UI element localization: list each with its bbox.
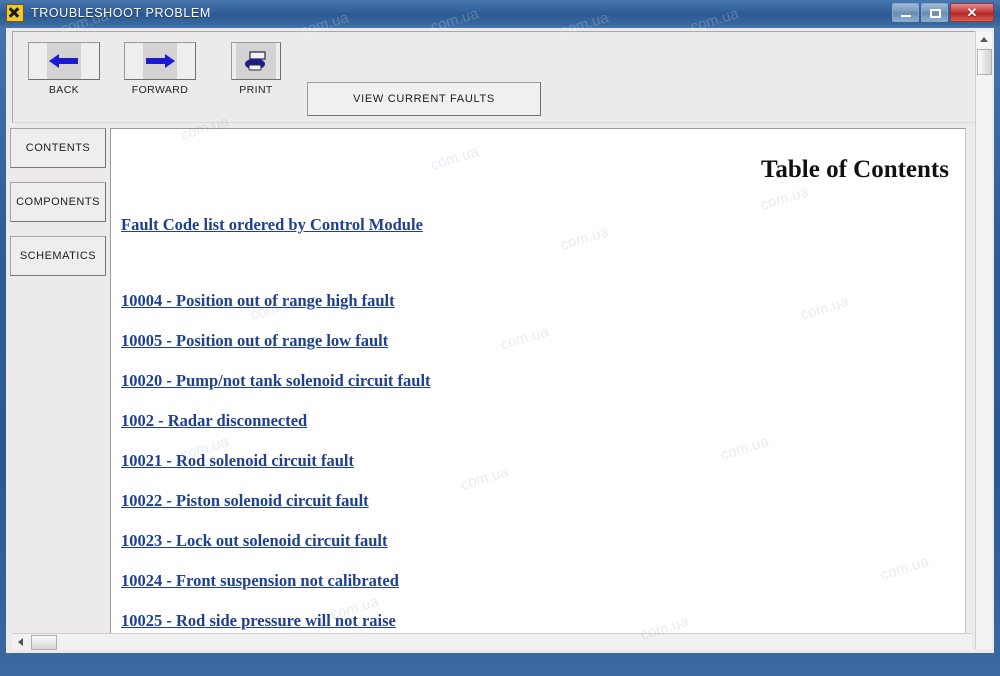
fault-code-list-link[interactable]: Fault Code list ordered by Control Modul…: [121, 215, 423, 235]
fault-link-10023[interactable]: 10023 - Lock out solenoid circuit fault: [121, 531, 387, 551]
minimize-button[interactable]: [892, 3, 919, 22]
list-item: 10025 - Rod side pressure will not raise: [121, 611, 955, 631]
fault-link-10005[interactable]: 10005 - Position out of range low fault: [121, 331, 388, 351]
horizontal-scrollbar-thumb[interactable]: [31, 634, 57, 650]
vertical-scrollbar-thumb[interactable]: [976, 49, 992, 75]
list-item: 10020 - Pump/not tank solenoid circuit f…: [121, 371, 955, 391]
arrow-left-icon: [47, 43, 81, 79]
sidebar: CONTENTS COMPONENTS SCHEMATICS: [10, 128, 108, 649]
sidebar-item-schematics[interactable]: SCHEMATICS: [10, 236, 106, 276]
page-title: Table of Contents: [761, 156, 949, 183]
window-controls: ✕: [892, 3, 994, 22]
print-label: PRINT: [239, 84, 273, 96]
list-item: 10005 - Position out of range low fault: [121, 331, 955, 351]
fault-link-1002[interactable]: 1002 - Radar disconnected: [121, 411, 307, 431]
window-title: TROUBLESHOOT PROBLEM: [31, 6, 211, 20]
back-button[interactable]: [28, 42, 100, 80]
list-item: 10021 - Rod solenoid circuit fault: [121, 451, 955, 471]
fault-link-10021[interactable]: 10021 - Rod solenoid circuit fault: [121, 451, 354, 471]
forward-label: FORWARD: [131, 84, 189, 96]
maximize-icon: [930, 9, 941, 18]
print-tool-item: PRINT: [219, 42, 293, 96]
application-window: TROUBLESHOOT PROBLEM ✕ BACK FORWARD PRIN…: [0, 0, 1000, 676]
list-item: 10024 - Front suspension not calibrated: [121, 571, 955, 591]
horizontal-scrollbar[interactable]: [12, 633, 972, 650]
sidebar-item-components[interactable]: COMPONENTS: [10, 182, 106, 222]
vertical-scrollbar[interactable]: [975, 31, 992, 649]
sidebar-item-contents[interactable]: CONTENTS: [10, 128, 106, 168]
fault-link-10020[interactable]: 10020 - Pump/not tank solenoid circuit f…: [121, 371, 431, 391]
fault-link-10024[interactable]: 10024 - Front suspension not calibrated: [121, 571, 399, 591]
view-current-faults-button[interactable]: VIEW CURRENT FAULTS: [307, 82, 541, 116]
fault-link-10004[interactable]: 10004 - Position out of range high fault: [121, 291, 395, 311]
minimize-icon: [901, 15, 911, 17]
printer-icon: [236, 43, 276, 79]
navigation-tool-group: BACK FORWARD PRINT: [27, 42, 293, 96]
list-item: 10004 - Position out of range high fault: [121, 291, 955, 311]
maximize-button[interactable]: [921, 3, 948, 22]
scroll-left-arrow-icon[interactable]: [13, 635, 28, 650]
back-label: BACK: [48, 84, 80, 96]
close-button[interactable]: ✕: [950, 3, 994, 22]
tools-x-icon: [6, 4, 24, 22]
list-item: Fault Code list ordered by Control Modul…: [121, 215, 955, 235]
scroll-up-arrow-icon[interactable]: [976, 32, 992, 47]
list-item: 10022 - Piston solenoid circuit fault: [121, 491, 955, 511]
arrow-right-icon: [143, 43, 177, 79]
close-icon: ✕: [966, 4, 978, 20]
content-panel: Table of Contents Fault Code list ordere…: [110, 128, 966, 649]
document-body: Fault Code list ordered by Control Modul…: [121, 215, 955, 648]
client-area: BACK FORWARD PRINT VIEW CURRENT FAULTS C…: [6, 28, 994, 653]
forward-button[interactable]: [124, 42, 196, 80]
fault-link-10022[interactable]: 10022 - Piston solenoid circuit fault: [121, 491, 369, 511]
back-tool-item: BACK: [27, 42, 101, 96]
forward-tool-item: FORWARD: [123, 42, 197, 96]
list-item: 10023 - Lock out solenoid circuit fault: [121, 531, 955, 551]
title-bar: TROUBLESHOOT PROBLEM ✕: [0, 0, 1000, 26]
toolbar: BACK FORWARD PRINT VIEW CURRENT FAULTS: [12, 31, 977, 123]
list-item: 1002 - Radar disconnected: [121, 411, 955, 431]
print-button[interactable]: [231, 42, 281, 80]
fault-link-10025[interactable]: 10025 - Rod side pressure will not raise: [121, 611, 396, 631]
